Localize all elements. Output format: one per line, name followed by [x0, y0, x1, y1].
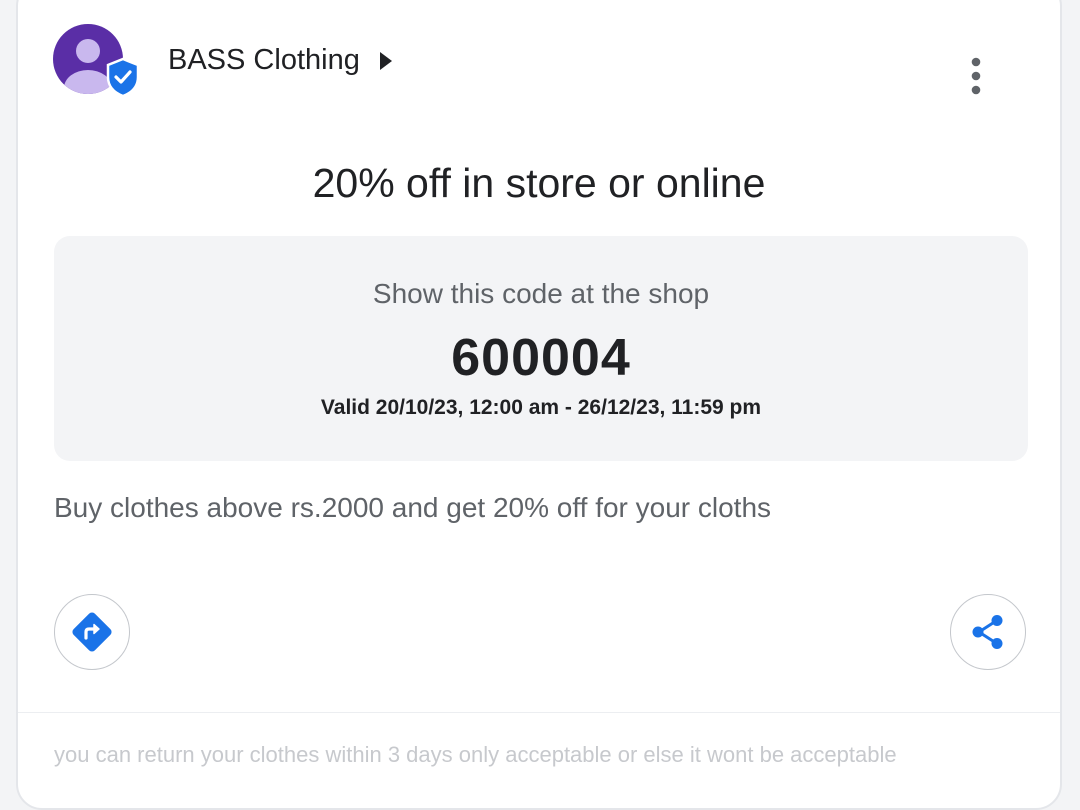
share-button[interactable]	[950, 594, 1026, 670]
merchant-link[interactable]: BASS Clothing	[168, 44, 392, 77]
divider	[18, 712, 1060, 713]
caret-right-icon	[379, 51, 392, 70]
merchant-name: BASS Clothing	[168, 44, 360, 76]
offer-code: 600004	[451, 329, 631, 387]
code-panel: Show this code at the shop 600004 Valid …	[54, 236, 1028, 461]
code-label: Show this code at the shop	[372, 278, 710, 309]
more-vert-icon[interactable]	[962, 56, 990, 100]
card-header: BASS Clothing	[18, 0, 1060, 122]
directions-icon	[72, 612, 112, 652]
merchant-avatar[interactable]	[53, 24, 140, 97]
share-icon	[972, 615, 1003, 649]
terms-text: you can return your clothes within 3 day…	[54, 742, 897, 767]
offer-title: 20% off in store or online	[312, 160, 766, 206]
offer-description: Buy clothes above rs.2000 and get 20% of…	[54, 492, 772, 523]
offer-card: BASS Clothing 20% off in store or online…	[16, 0, 1062, 810]
validity-text: Valid 20/10/23, 12:00 am - 26/12/23, 11:…	[320, 396, 762, 419]
verified-shield-icon	[106, 57, 140, 97]
directions-button[interactable]	[54, 594, 130, 670]
